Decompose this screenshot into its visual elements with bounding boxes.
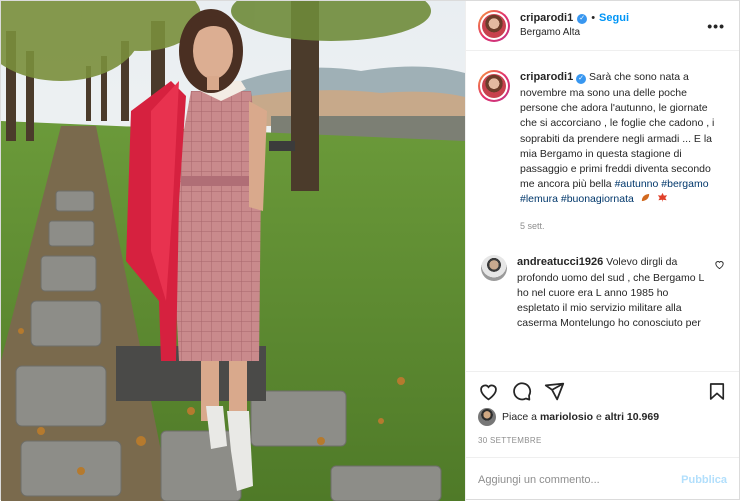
commenter-avatar[interactable]	[481, 254, 507, 281]
caption-time: 5 sett.	[520, 220, 545, 231]
post-sidebar: criparodi1 ✓ • Segui Bergamo Alta ••• cr…	[465, 1, 739, 501]
comment-like-heart-icon[interactable]	[714, 259, 725, 270]
post-header: criparodi1 ✓ • Segui Bergamo Alta •••	[466, 1, 739, 51]
bookmark-icon[interactable]	[707, 381, 727, 402]
hashtag-link[interactable]: #lemura	[520, 193, 558, 205]
follow-button[interactable]: Segui	[599, 11, 629, 26]
publish-button[interactable]: Pubblica	[681, 474, 727, 486]
caption-body: criparodi1 ✓ Sarà che sono nata a novemb…	[520, 70, 725, 233]
photo-illustration	[1, 1, 465, 501]
add-comment-bar: Pubblica	[466, 457, 739, 501]
comment-body: andreatucci1926 Volevo dirgli da profond…	[517, 255, 706, 332]
comment-item: andreatucci1926 Volevo dirgli da profond…	[478, 254, 725, 332]
fallen-leaf-emoji-icon	[641, 194, 649, 202]
author-avatar[interactable]	[478, 9, 510, 42]
action-bar	[466, 371, 739, 411]
hashtag-link[interactable]: #bergamo	[661, 178, 708, 190]
post-location[interactable]: Bergamo Alta	[520, 26, 707, 40]
author-info: criparodi1 ✓ • Segui Bergamo Alta	[520, 11, 707, 39]
hashtag-link[interactable]: #buonagiornata	[561, 193, 634, 205]
likes-prefix: Piace a	[502, 411, 538, 423]
likes-middle: e	[595, 411, 602, 423]
comment-input[interactable]	[478, 473, 682, 486]
caption-username[interactable]: criparodi1	[520, 71, 573, 83]
more-options-icon[interactable]: •••	[707, 18, 725, 34]
post-photo[interactable]	[1, 1, 465, 501]
likes-summary[interactable]: Piace a mariolosio e altri 10.969	[478, 408, 727, 426]
comment-icon[interactable]	[511, 381, 532, 402]
caption-avatar[interactable]	[478, 70, 510, 102]
share-icon[interactable]	[544, 381, 565, 402]
likes-count[interactable]: altri 10.969	[605, 411, 659, 423]
verified-badge-icon: ✓	[576, 74, 587, 85]
liker-avatar	[478, 408, 496, 426]
commenter-username[interactable]: andreatucci1926	[517, 256, 603, 268]
hashtag-link[interactable]: #autunno	[615, 178, 659, 190]
separator-dot: •	[591, 12, 596, 25]
instagram-post: criparodi1 ✓ • Segui Bergamo Alta ••• cr…	[0, 0, 740, 501]
caption: criparodi1 ✓ Sarà che sono nata a novemb…	[478, 70, 725, 233]
author-username[interactable]: criparodi1	[520, 11, 573, 26]
maple-leaf-emoji-icon	[657, 193, 667, 203]
comments-section[interactable]: criparodi1 ✓ Sarà che sono nata a novemb…	[466, 52, 739, 370]
caption-text: Sarà che sono nata a novembre ma sono un…	[520, 71, 715, 191]
verified-badge-icon: ✓	[577, 13, 588, 24]
post-date: 30 SETTEMBRE	[478, 436, 542, 445]
liker-username[interactable]: mariolosio	[540, 411, 593, 423]
heart-icon[interactable]	[478, 381, 499, 402]
